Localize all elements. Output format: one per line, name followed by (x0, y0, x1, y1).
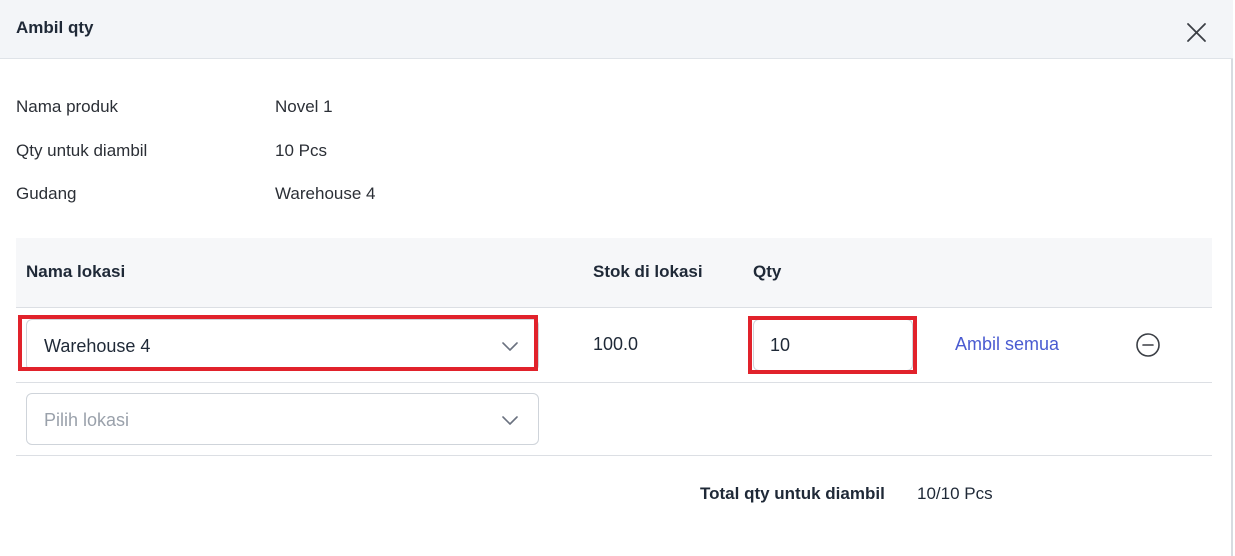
table-header: Nama lokasi Stok di lokasi Qty (16, 238, 1212, 308)
close-icon (1187, 23, 1206, 42)
qty-to-take-label: Qty untuk diambil (16, 141, 148, 160)
warehouse-label: Gudang (16, 184, 77, 203)
chevron-down-icon (502, 416, 518, 425)
modal-title: Ambil qty (16, 18, 94, 37)
take-qty-modal: Ambil qty Nama produk Novel 1 Qty untuk … (0, 0, 1233, 556)
column-header-qty: Qty (753, 262, 782, 281)
location-select-value: Warehouse 4 (44, 336, 151, 356)
close-button[interactable] (1184, 20, 1210, 46)
location-select[interactable]: Warehouse 4 (26, 319, 539, 371)
product-name-label: Nama produk (16, 97, 119, 116)
row-divider (16, 382, 1212, 383)
row-divider (16, 455, 1212, 456)
column-header-stock: Stok di lokasi (593, 262, 703, 281)
total-qty-value: 10/10 Pcs (917, 484, 993, 503)
remove-row-button[interactable] (1135, 332, 1161, 358)
modal-header: Ambil qty (0, 0, 1233, 59)
new-location-placeholder: Pilih lokasi (44, 410, 130, 430)
chevron-down-icon (502, 342, 518, 351)
qty-input[interactable] (753, 319, 913, 371)
warehouse-value: Warehouse 4 (275, 184, 376, 203)
column-header-location: Nama lokasi (26, 262, 126, 281)
new-location-select[interactable]: Pilih lokasi (26, 393, 539, 445)
take-all-link[interactable]: Ambil semua (955, 334, 1059, 355)
minus-circle-icon (1136, 333, 1160, 357)
qty-to-take-value: 10 Pcs (275, 141, 327, 160)
total-qty-label: Total qty untuk diambil (700, 484, 885, 503)
stock-value: 100.0 (593, 334, 639, 354)
product-name-value: Novel 1 (275, 97, 333, 116)
